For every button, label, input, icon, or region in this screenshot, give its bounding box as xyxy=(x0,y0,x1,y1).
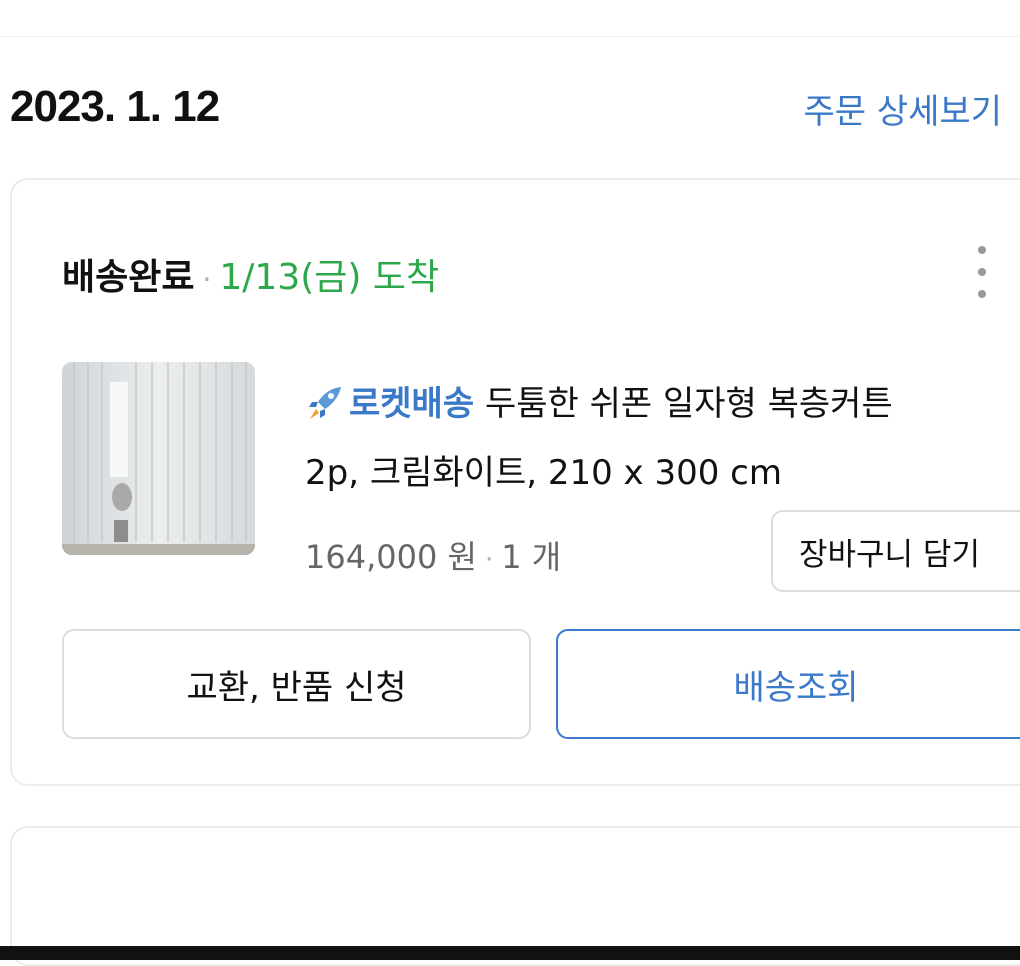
next-order-card xyxy=(10,826,1020,966)
product-quantity: 1 개 xyxy=(501,538,562,576)
product-title-line2[interactable]: 2p, 크림화이트, 210 x 300 cm xyxy=(305,445,782,494)
bottom-bar xyxy=(0,946,1020,960)
product-title-text: 두툼한 쉬폰 일자형 복층커튼 xyxy=(484,384,893,424)
exchange-return-button[interactable]: 교환, 반품 신청 xyxy=(62,629,531,739)
order-detail-link[interactable]: 주문 상세보기 xyxy=(804,84,1003,133)
arrival-date: 1/13(금) 도착 xyxy=(219,257,440,298)
price-separator: · xyxy=(484,545,494,575)
product-price: 164,000 원 xyxy=(305,538,477,576)
status-separator: · xyxy=(202,263,212,296)
delivery-status-label: 배송완료 xyxy=(62,257,195,298)
curtain-thumbnail[interactable] xyxy=(62,362,255,555)
delivery-status: 배송완료 · 1/13(금) 도착 xyxy=(62,248,439,300)
add-to-cart-button[interactable]: 장바구니 담기 xyxy=(771,510,1020,592)
order-date: 2023. 1. 12 xyxy=(10,82,220,131)
rocket-delivery-badge: 로켓배송 xyxy=(349,384,475,424)
rocket-icon xyxy=(305,385,345,430)
price-quantity: 164,000 원 · 1 개 xyxy=(305,532,561,578)
track-delivery-button[interactable]: 배송조회 xyxy=(556,629,1020,739)
header-divider xyxy=(0,36,1020,37)
product-title-line1[interactable]: 로켓배송 두툼한 쉬폰 일자형 복층커튼 xyxy=(305,376,893,430)
more-vertical-icon[interactable] xyxy=(970,246,994,298)
